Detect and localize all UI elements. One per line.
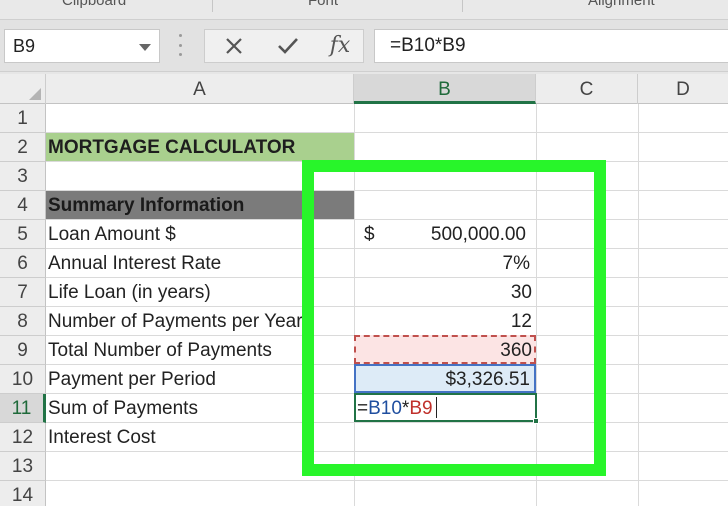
ribbon-group-clipboard: Clipboard — [62, 0, 127, 9]
row-header-8[interactable]: 8 — [0, 307, 46, 336]
column-header-b[interactable]: B — [354, 74, 536, 104]
cell-b7[interactable]: 30 — [354, 278, 536, 307]
name-box-value: B9 — [13, 36, 36, 56]
column-header-c[interactable]: C — [536, 74, 638, 104]
formula-buttons: fx — [204, 29, 364, 63]
cell-a4[interactable]: Summary Information — [48, 191, 244, 220]
cell-a6[interactable]: Annual Interest Rate — [48, 249, 221, 278]
cell-a2[interactable]: MORTGAGE CALCULATOR — [48, 133, 295, 162]
row-header-5[interactable]: 5 — [0, 220, 46, 249]
ribbon-group-labels: Clipboard Font Alignment — [0, 0, 728, 20]
column-header-d[interactable]: D — [638, 74, 728, 104]
fx-icon[interactable]: fx — [323, 33, 357, 59]
chevron-down-icon[interactable] — [139, 44, 151, 51]
column-header-a[interactable]: A — [46, 74, 354, 104]
cell-a7[interactable]: Life Loan (in years) — [48, 278, 211, 307]
row-header-7[interactable]: 7 — [0, 278, 46, 307]
row-header-1[interactable]: 1 — [0, 104, 46, 133]
cell-a12[interactable]: Interest Cost — [48, 423, 156, 452]
formula-input[interactable]: =B10*B9 — [374, 29, 728, 63]
ribbon-separator — [462, 0, 463, 12]
cell-b10[interactable]: $3,326.51 — [354, 365, 536, 394]
gridline — [46, 480, 728, 481]
cell-b5[interactable]: $ 500,000.00 — [354, 220, 536, 249]
cell-a10[interactable]: Payment per Period — [48, 365, 216, 394]
row-header-2[interactable]: 2 — [0, 133, 46, 162]
gridline — [638, 104, 639, 506]
ribbon-separator — [212, 0, 213, 12]
drag-handle-icon[interactable] — [177, 34, 183, 56]
cell-a11[interactable]: Sum of Payments — [48, 394, 198, 423]
cell-a8[interactable]: Number of Payments per Year — [48, 307, 338, 336]
check-icon[interactable] — [271, 33, 305, 59]
cell-a9[interactable]: Total Number of Payments — [48, 336, 272, 365]
row-header-4[interactable]: 4 — [0, 191, 46, 220]
row-header-13[interactable]: 13 — [0, 452, 46, 481]
ribbon-group-alignment: Alignment — [588, 0, 655, 9]
row-header-3[interactable]: 3 — [0, 162, 46, 191]
close-icon[interactable] — [217, 33, 251, 59]
formula-equals: = — [357, 398, 369, 419]
select-all-button[interactable] — [0, 74, 46, 104]
row-header-12[interactable]: 12 — [0, 423, 46, 452]
cell-b6[interactable]: 7% — [354, 249, 536, 278]
gridline — [536, 104, 537, 506]
ribbon-group-font: Font — [308, 0, 339, 9]
row-header-11[interactable]: 11 — [0, 394, 46, 423]
text-cursor — [436, 397, 437, 418]
formula-ref-b9: B9 — [409, 398, 433, 419]
cell-b5-value: 500,000.00 — [430, 224, 526, 245]
cell-b9[interactable]: 360 — [354, 336, 536, 365]
name-box[interactable]: B9 — [4, 29, 160, 63]
row-header-14[interactable]: 14 — [0, 481, 46, 506]
cell-b8[interactable]: 12 — [354, 307, 536, 336]
cell-a5[interactable]: Loan Amount $ — [48, 220, 176, 249]
formula-bar-row: B9 fx =B10*B9 — [0, 20, 728, 72]
formula-ref-b10: B10 — [368, 398, 402, 419]
currency-symbol: $ — [364, 224, 375, 245]
row-header-10[interactable]: 10 — [0, 365, 46, 394]
row-header-9[interactable]: 9 — [0, 336, 46, 365]
cell-b11-editor[interactable]: =B10*B9 — [354, 394, 536, 423]
column-headers: A B C D — [0, 74, 728, 104]
row-header-6[interactable]: 6 — [0, 249, 46, 278]
worksheet-grid[interactable]: 1 2 3 4 5 6 7 8 9 10 11 12 13 14 MORTGAG… — [0, 104, 728, 506]
